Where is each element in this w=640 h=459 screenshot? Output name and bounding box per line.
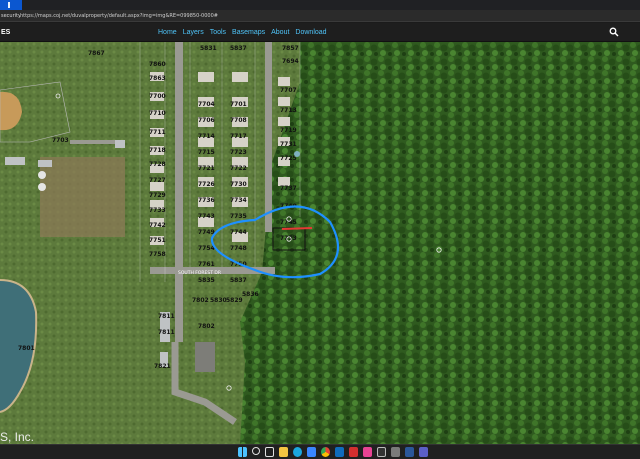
parcel-label: 7704 (198, 101, 215, 108)
screen: security https://maps.coj.net/duvalprope… (0, 0, 640, 459)
parcel-label: 7731 (280, 141, 297, 148)
windows-icon[interactable] (238, 447, 247, 457)
parcel-label: 7733 (149, 207, 166, 214)
settings-icon[interactable] (391, 447, 400, 457)
parcel-label: 5837 (230, 277, 247, 284)
parcel-label: 7715 (198, 149, 215, 156)
parcel-label: 7723 (230, 149, 247, 156)
parcel-label: 7860 (149, 61, 166, 68)
parcel-label: 7745 (280, 219, 297, 226)
parcel-label: 7802 (198, 323, 215, 330)
parcel-label: 7743 (198, 213, 215, 220)
red-app-icon[interactable] (349, 447, 358, 457)
parcel-label: 7725 (280, 155, 297, 162)
parcel-label: 7713 (280, 107, 297, 114)
edge-icon[interactable] (293, 447, 302, 457)
parcel-label: 7758 (149, 251, 166, 258)
parcel-label: 7730 (230, 181, 247, 188)
menu-layers[interactable]: Layers (183, 29, 204, 36)
parcel-label: 7735 (230, 213, 247, 220)
parcel-label: 7737 (280, 185, 297, 192)
parcel-label: 7811 (158, 329, 175, 336)
menu-about[interactable]: About (271, 29, 289, 36)
road-vertical-2 (265, 42, 272, 232)
site-navbar: ES Home Layers Tools Basemaps About Down… (0, 23, 640, 42)
chrome-icon[interactable] (321, 447, 330, 457)
red-marker-line (281, 227, 313, 230)
parcel-label: 7754 (198, 245, 215, 252)
search-icon[interactable] (609, 27, 619, 37)
files-icon[interactable] (279, 447, 288, 457)
active-tab[interactable] (0, 0, 22, 10)
map-view[interactable]: 7867 5831 5837 7857 7860 7863 7694 7700 … (0, 42, 640, 444)
parcel-label: 7707 (280, 87, 297, 94)
search-icon[interactable] (252, 447, 260, 455)
parcel-label: 7726 (198, 181, 215, 188)
parcel-label: 7718 (149, 147, 166, 154)
parcel-label: 7717 (230, 133, 247, 140)
parcel-label: 7736 (198, 197, 215, 204)
parcel-label: 7708 (230, 117, 247, 124)
map-copyright: S, Inc. (0, 430, 35, 444)
security-label: security (1, 13, 20, 19)
word-icon[interactable] (405, 447, 414, 457)
parcel-label: 7867 (88, 50, 105, 57)
parcel-label: 7802 (192, 297, 209, 304)
parcel-label: 7727 (149, 177, 166, 184)
parcel-label: 7744 (230, 229, 247, 236)
parcel-label: 7721 (198, 165, 215, 172)
taskbar-icons (238, 447, 428, 457)
parcel-label: 7749 (198, 229, 215, 236)
parcel-label: 5836 (242, 291, 259, 298)
open-field (40, 157, 125, 237)
parcel-label: 7863 (149, 75, 166, 82)
parcel-label: 7728 (149, 161, 166, 168)
store-icon[interactable] (307, 447, 316, 457)
parcel-label: 7821 (154, 363, 171, 370)
parcel-label: 7729 (149, 192, 166, 199)
parcel-label: 7751 (149, 237, 166, 244)
parcel-label: 5829 (226, 297, 243, 304)
road-vertical-1 (175, 42, 183, 342)
parcel-label: 7761 (198, 261, 215, 268)
parcel-label: 7719 (280, 127, 297, 134)
parcel-label: 7700 (149, 93, 166, 100)
teams-icon[interactable] (419, 447, 428, 457)
parcel-label: 7694 (282, 58, 299, 65)
street-label: SOUTH FOREST DR (178, 270, 221, 276)
menu-basemaps[interactable]: Basemaps (232, 29, 265, 36)
parcel-label: 7722 (230, 165, 247, 172)
music-icon[interactable] (363, 447, 372, 457)
parcel-label: 5835 (198, 277, 215, 284)
parcel-label: 5837 (230, 45, 247, 52)
menu-tools[interactable]: Tools (210, 29, 226, 36)
url-text[interactable]: https://maps.coj.net/duvalproperty/defau… (20, 11, 330, 21)
parcel-label: 7711 (149, 129, 166, 136)
browser-tabstrip (0, 0, 640, 10)
parcel-label: 7710 (149, 110, 166, 117)
main-menu: Home Layers Tools Basemaps About Downloa… (158, 23, 327, 42)
parcel-label: 5830 (210, 297, 227, 304)
address-bar[interactable]: security https://maps.coj.net/duvalprope… (0, 10, 640, 22)
menu-home[interactable]: Home (158, 29, 177, 36)
parcel-label: 7857 (282, 45, 299, 52)
parcel-label: 7703 (52, 137, 69, 144)
pond (294, 151, 300, 157)
parcel-label: 7706 (198, 117, 215, 124)
menu-download[interactable]: Download (295, 29, 326, 36)
parcel-label: 7748 (230, 245, 247, 252)
parcel-label: 7714 (198, 133, 215, 140)
task-view-icon[interactable] (265, 447, 274, 457)
parcel-label: 7742 (149, 222, 166, 229)
parcel-label: 7734 (230, 197, 247, 204)
parcel-label: 7801 (18, 345, 35, 352)
parcel-label: 7701 (230, 101, 247, 108)
parcel-label: 5831 (200, 45, 217, 52)
mail-icon[interactable] (335, 447, 344, 457)
windows-taskbar (0, 444, 640, 459)
parcel-label: 7811 (158, 313, 175, 320)
site-brand[interactable]: ES (0, 23, 10, 42)
aerial-map[interactable]: 7867 5831 5837 7857 7860 7863 7694 7700 … (0, 42, 640, 444)
clock-icon[interactable] (377, 447, 386, 457)
